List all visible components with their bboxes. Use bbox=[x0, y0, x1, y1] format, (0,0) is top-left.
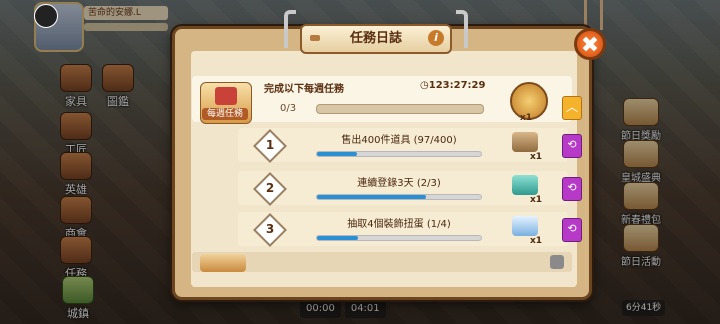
task-number: 2 bbox=[265, 181, 275, 195]
clock-icon: ◷ bbox=[420, 80, 429, 91]
refresh-task-button[interactable]: ⟲ bbox=[562, 134, 582, 158]
dialog-title-bar: 任務日誌 i bbox=[300, 24, 452, 54]
task-reward-qty: x1 bbox=[530, 195, 543, 205]
title-decoration bbox=[310, 35, 320, 41]
task-reward-qty: x1 bbox=[530, 236, 543, 246]
task-description: 售出400件道具 (97/400) bbox=[341, 135, 457, 146]
weekly-progress-bar bbox=[316, 104, 484, 114]
info-icon[interactable]: i bbox=[428, 30, 444, 46]
gift-icon bbox=[215, 87, 237, 105]
task-progress-bar bbox=[316, 151, 482, 157]
fabric-icon[interactable] bbox=[512, 175, 538, 195]
locked-quest-icon bbox=[200, 254, 246, 272]
refresh-task-button[interactable]: ⟲ bbox=[562, 177, 582, 201]
weekly-count: 0/3 bbox=[280, 103, 297, 114]
task-number: 3 bbox=[265, 222, 275, 236]
game-logo-icon bbox=[34, 4, 58, 28]
chain-decoration bbox=[600, 0, 603, 30]
task-progress-fill bbox=[317, 195, 427, 199]
weekly-title: 完成以下每週任務 bbox=[264, 84, 344, 95]
lock-icon bbox=[550, 255, 564, 269]
task-progress-fill bbox=[317, 152, 357, 156]
locked-quest-row bbox=[192, 252, 572, 272]
close-button[interactable]: ✖ bbox=[574, 28, 606, 60]
weekly-timer: ◷123:27:29 bbox=[420, 80, 486, 91]
sign-hanger-left bbox=[284, 10, 296, 48]
scroll-icon[interactable] bbox=[512, 132, 538, 152]
task-description: 連續登錄3天 (2/3) bbox=[357, 178, 441, 189]
collapse-button[interactable]: ︿ bbox=[562, 96, 582, 120]
task-progress-fill bbox=[317, 236, 358, 240]
task-progress-bar bbox=[316, 235, 482, 241]
weekly-reward-qty: x1 bbox=[520, 113, 533, 123]
task-number: 1 bbox=[265, 138, 275, 152]
task-description: 抽取4個裝飾扭蛋 (1/4) bbox=[347, 219, 451, 230]
task-reward-qty: x1 bbox=[530, 152, 543, 162]
task-progress-bar bbox=[316, 194, 482, 200]
weekly-label: 每週任務 bbox=[202, 108, 248, 120]
diamond-icon[interactable] bbox=[512, 216, 538, 236]
dialog-title: 任務日誌 bbox=[349, 31, 402, 46]
sign-hanger-right bbox=[456, 10, 468, 48]
refresh-task-button[interactable]: ⟲ bbox=[562, 218, 582, 242]
